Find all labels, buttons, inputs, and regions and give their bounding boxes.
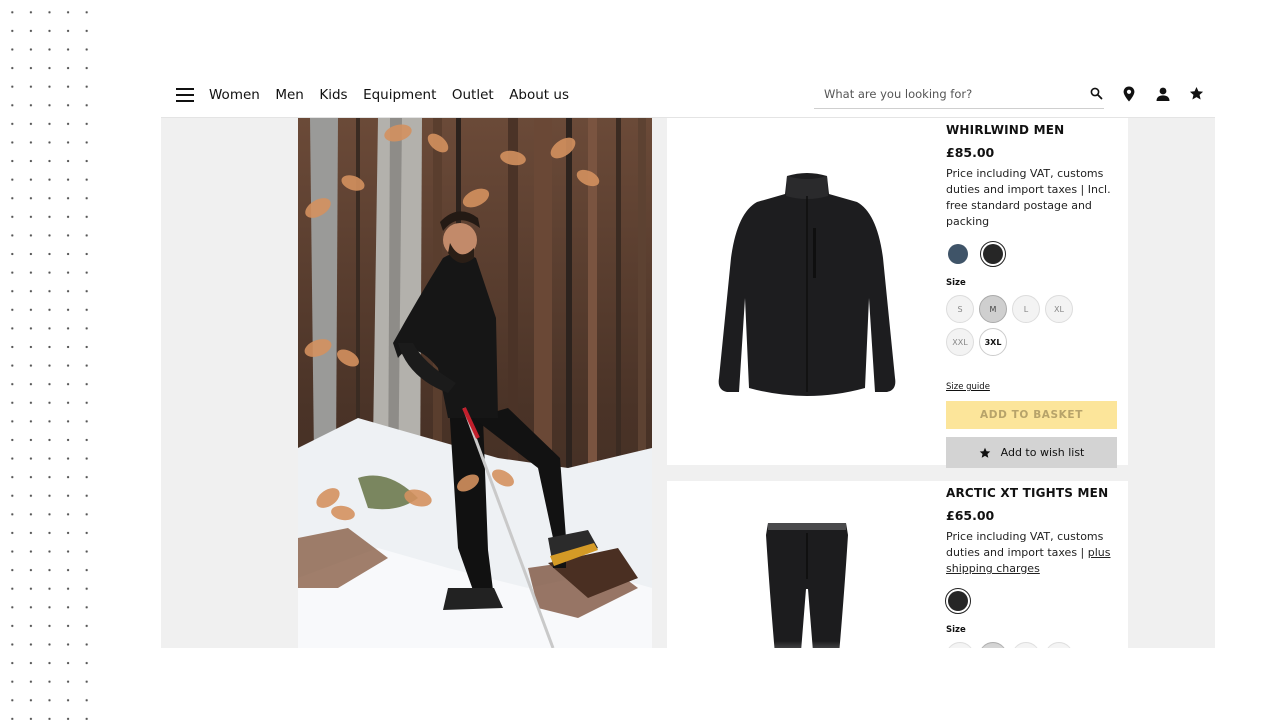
size-option[interactable]: [1045, 642, 1073, 648]
nav-item-about-us[interactable]: About us: [509, 87, 569, 103]
main-navigation: Women Men Kids Equipment Outlet About us: [209, 72, 584, 117]
add-to-basket-button[interactable]: ADD TO BASKET: [946, 401, 1117, 429]
color-swatches: [946, 241, 1121, 267]
nav-item-kids[interactable]: Kids: [319, 87, 347, 103]
size-option-3xl[interactable]: 3XL: [979, 328, 1007, 356]
location-pin-icon[interactable]: [1123, 86, 1135, 102]
size-option[interactable]: [1012, 642, 1040, 648]
size-option-s[interactable]: S: [946, 295, 974, 323]
product-image-tights[interactable]: [762, 519, 852, 648]
product-price: £65.00: [946, 508, 995, 523]
size-label: Size: [946, 625, 966, 635]
product-info: WHIRLWIND MEN £85.00 Price including VAT…: [946, 123, 1121, 468]
color-swatch-blue[interactable]: [948, 244, 968, 264]
size-option-l[interactable]: L: [1012, 295, 1040, 323]
search-icon[interactable]: [1090, 87, 1103, 100]
color-swatch-black[interactable]: [945, 588, 971, 614]
nav-item-women[interactable]: Women: [209, 87, 260, 103]
vat-note: Price including VAT, customs duties and …: [946, 529, 1121, 577]
hamburger-menu-icon[interactable]: [176, 88, 194, 102]
vat-note: Price including VAT, customs duties and …: [946, 167, 1111, 228]
product-title[interactable]: ARCTIC XT TIGHTS MEN: [946, 486, 1121, 500]
main-content: WHIRLWIND MEN £85.00 Price including VAT…: [161, 118, 1215, 648]
size-guide-link[interactable]: Size guide: [946, 382, 990, 392]
nav-item-men[interactable]: Men: [275, 87, 304, 103]
site-header: Women Men Kids Equipment Outlet About us: [161, 72, 1215, 118]
product-title[interactable]: WHIRLWIND MEN: [946, 123, 1121, 137]
star-icon[interactable]: [1189, 86, 1204, 101]
shop-page: Women Men Kids Equipment Outlet About us: [161, 72, 1215, 648]
color-swatch-black[interactable]: [980, 241, 1006, 267]
wishlist-button-label: Add to wish list: [1000, 446, 1085, 459]
product-card-arctic-xt: ARCTIC XT TIGHTS MEN £65.00 Price includ…: [667, 481, 1128, 648]
size-option-xxl[interactable]: XXL: [946, 328, 974, 356]
size-option[interactable]: [979, 642, 1007, 648]
product-price: £85.00: [946, 145, 995, 160]
decorative-dot-grid: [0, 0, 100, 720]
nav-item-outlet[interactable]: Outlet: [452, 87, 494, 103]
nav-item-equipment[interactable]: Equipment: [363, 87, 436, 103]
color-swatches: [945, 588, 1121, 614]
search-input[interactable]: [814, 83, 1079, 105]
size-option[interactable]: [946, 642, 974, 648]
size-label: Size: [946, 278, 966, 288]
user-icon[interactable]: [1156, 87, 1170, 101]
add-to-wishlist-button[interactable]: Add to wish list: [946, 437, 1117, 468]
product-info: ARCTIC XT TIGHTS MEN £65.00 Price includ…: [945, 486, 1121, 648]
hero-lifestyle-image: [298, 118, 652, 648]
search-bar: [814, 83, 1104, 109]
product-image-jacket[interactable]: [707, 168, 907, 408]
size-option-m[interactable]: M: [979, 295, 1007, 323]
size-option-xl[interactable]: XL: [1045, 295, 1073, 323]
vat-note-text: Price including VAT, customs duties and …: [946, 530, 1104, 559]
size-options: S M L XL XXL 3XL: [946, 295, 1096, 361]
star-icon: [979, 447, 990, 458]
size-options: [946, 642, 1096, 648]
product-card-whirlwind: WHIRLWIND MEN £85.00 Price including VAT…: [667, 118, 1128, 468]
